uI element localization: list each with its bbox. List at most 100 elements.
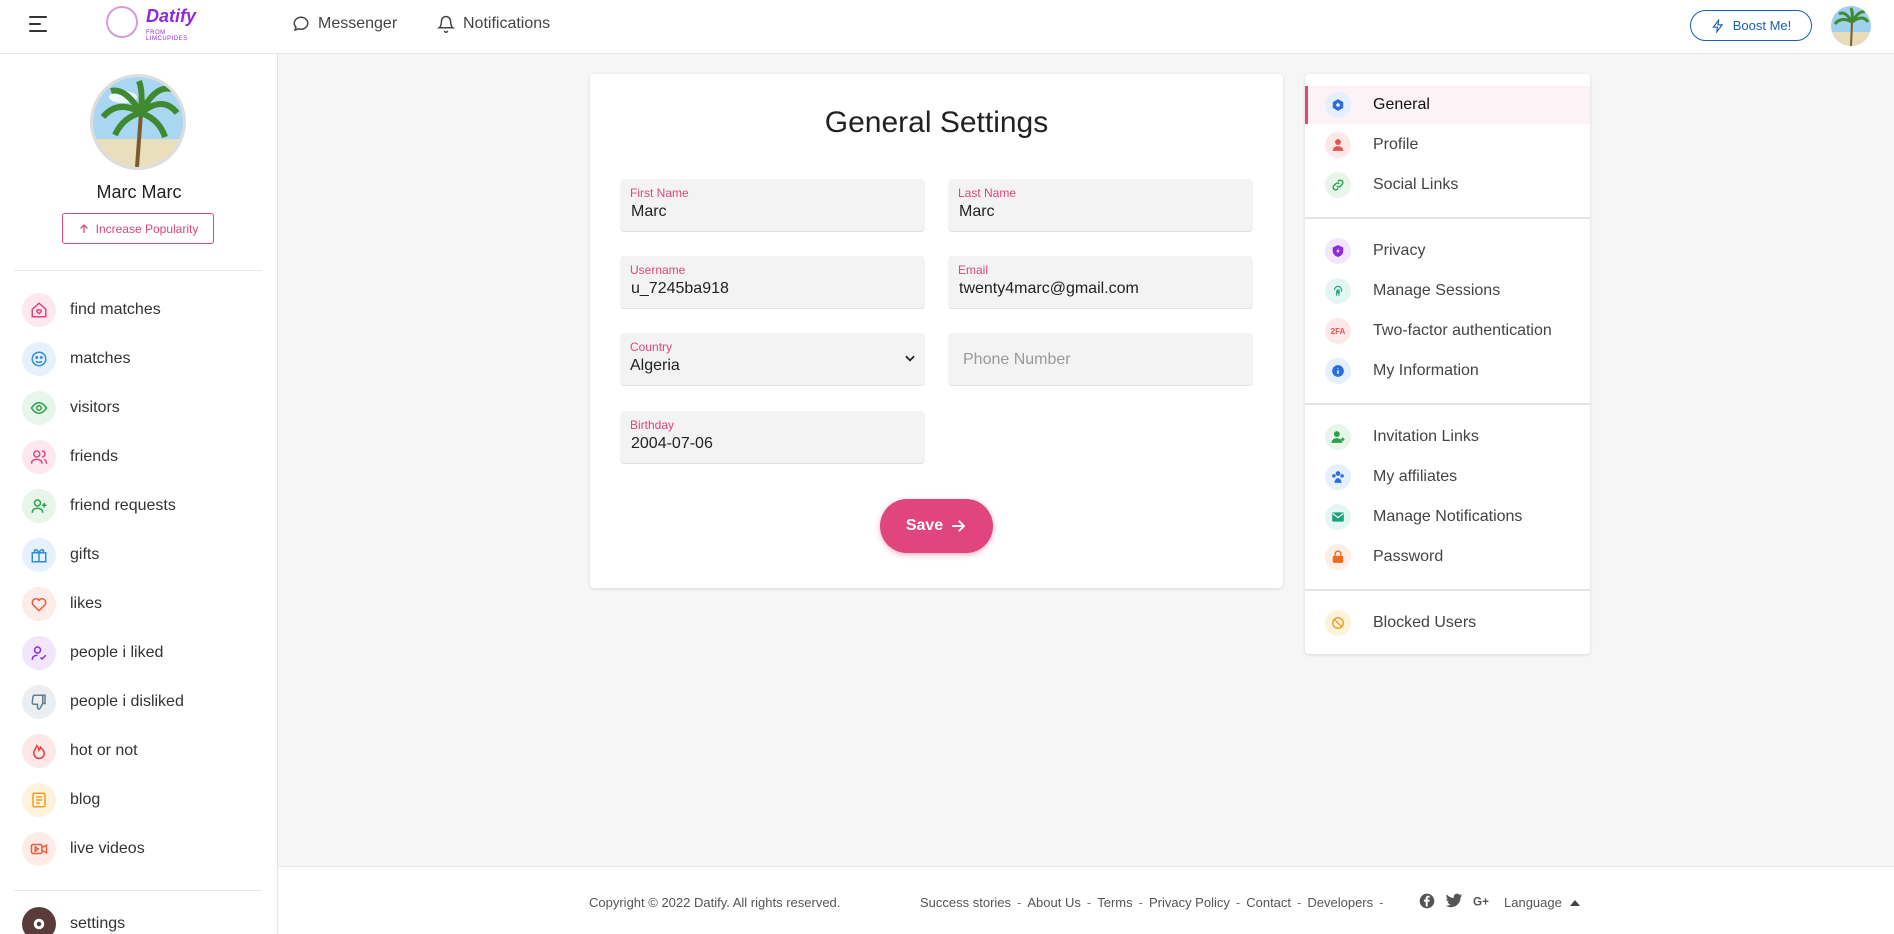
sidebar-item-blog[interactable]: blog bbox=[22, 782, 262, 818]
arrow-up-icon bbox=[79, 223, 88, 233]
user-avatar[interactable] bbox=[1831, 6, 1871, 46]
settings-menu-manage-notifications[interactable]: Manage Notifications bbox=[1305, 498, 1590, 536]
facebook-icon[interactable] bbox=[1419, 893, 1435, 909]
video-icon bbox=[22, 832, 56, 866]
first-name-label: First Name bbox=[630, 186, 689, 200]
users-icon bbox=[22, 440, 56, 474]
sidebar-item-gifts[interactable]: gifts bbox=[22, 537, 262, 573]
logo-text: Datify bbox=[146, 6, 197, 26]
footer-link-privacy-policy[interactable]: Privacy Policy bbox=[1149, 895, 1230, 910]
twitter-icon[interactable] bbox=[1445, 893, 1463, 909]
fingerprint-icon bbox=[1325, 278, 1351, 304]
sidebar-item-friends[interactable]: friends bbox=[22, 439, 262, 475]
settings-menu-two-factor[interactable]: 2FA Two-factor authentication bbox=[1305, 312, 1590, 350]
username-value[interactable]: u_7245ba918 bbox=[631, 280, 729, 298]
sidebar-item-label: matches bbox=[70, 350, 131, 367]
footer-separator: - bbox=[1379, 895, 1384, 910]
settings-menu-label: My affiliates bbox=[1373, 468, 1458, 485]
sidebar-divider bbox=[14, 270, 262, 271]
bell-icon bbox=[437, 15, 455, 33]
block-icon bbox=[1325, 610, 1351, 636]
settings-menu-label: Manage Notifications bbox=[1373, 508, 1523, 525]
home-heart-icon bbox=[22, 293, 56, 327]
settings-menu-label: My Information bbox=[1373, 362, 1479, 379]
settings-menu-label: Social Links bbox=[1373, 176, 1459, 193]
footer-link-about-us[interactable]: About Us bbox=[1027, 895, 1080, 910]
user-plus-icon bbox=[22, 489, 56, 523]
settings-menu-label: Manage Sessions bbox=[1373, 282, 1501, 299]
settings-menu-invitation-links[interactable]: Invitation Links bbox=[1305, 418, 1590, 456]
sidebar-item-label: visitors bbox=[70, 399, 120, 416]
settings-menu-divider bbox=[1305, 589, 1590, 591]
email-value[interactable]: twenty4marc@gmail.com bbox=[959, 280, 1139, 298]
settings-menu-my-information[interactable]: My Information bbox=[1305, 352, 1590, 390]
settings-menu-profile[interactable]: Profile bbox=[1305, 126, 1590, 164]
info-icon bbox=[1325, 358, 1351, 384]
hexagon-icon bbox=[1325, 92, 1351, 118]
birthday-field[interactable]: Birthday 2004-07-06 bbox=[620, 411, 925, 464]
google-plus-icon[interactable]: G+ bbox=[1473, 893, 1495, 909]
footer-separator: - bbox=[1017, 895, 1022, 910]
sidebar-item-label: hot or not bbox=[70, 742, 138, 759]
sidebar-item-find-matches[interactable]: find matches bbox=[22, 292, 262, 328]
sidebar-item-settings[interactable]: settings bbox=[22, 906, 262, 934]
birthday-value[interactable]: 2004-07-06 bbox=[631, 435, 713, 453]
sidebar-item-label: people i liked bbox=[70, 644, 164, 661]
settings-menu-social-links[interactable]: Social Links bbox=[1305, 166, 1590, 204]
caret-up-icon bbox=[1569, 899, 1580, 906]
sidebar-item-label: settings bbox=[70, 915, 126, 932]
sidebar-item-live-videos[interactable]: live videos bbox=[22, 831, 262, 867]
nav-notifications[interactable]: Notifications bbox=[437, 15, 550, 33]
increase-popularity-button[interactable]: Increase Popularity bbox=[62, 213, 214, 244]
settings-menu-privacy[interactable]: Privacy bbox=[1305, 232, 1590, 270]
sidebar-item-matches[interactable]: matches bbox=[22, 341, 262, 377]
username-field[interactable]: Username u_7245ba918 bbox=[620, 256, 925, 309]
sidebar-item-hot-or-not[interactable]: hot or not bbox=[22, 733, 262, 769]
footer-separator: - bbox=[1235, 895, 1241, 910]
sidebar-item-likes[interactable]: likes bbox=[22, 586, 262, 622]
shield-icon bbox=[1325, 238, 1351, 264]
nav-messenger[interactable]: Messenger bbox=[292, 15, 397, 33]
menu-icon[interactable] bbox=[29, 16, 49, 32]
first-name-value[interactable]: Marc bbox=[631, 203, 667, 221]
sidebar-item-label: people i disliked bbox=[70, 693, 184, 710]
sidebar-item-label: friends bbox=[70, 448, 119, 465]
sidebar-item-label: likes bbox=[70, 595, 103, 612]
footer-link-terms[interactable]: Terms bbox=[1097, 895, 1132, 910]
phone-number-placeholder: Phone Number bbox=[963, 351, 1071, 368]
sidebar-item-visitors[interactable]: visitors bbox=[22, 390, 262, 426]
settings-menu-label: Password bbox=[1373, 548, 1444, 565]
settings-menu-password[interactable]: Password bbox=[1305, 538, 1590, 576]
settings-menu-manage-sessions[interactable]: Manage Sessions bbox=[1305, 272, 1590, 310]
profile-avatar[interactable] bbox=[90, 74, 186, 170]
settings-menu: General Profile Social Links Privacy Man… bbox=[1305, 74, 1590, 654]
save-button[interactable]: Save bbox=[880, 499, 993, 553]
settings-menu-blocked-users[interactable]: Blocked Users bbox=[1305, 604, 1590, 642]
country-value[interactable]: Algeria bbox=[630, 357, 680, 375]
copyright-text: Copyright © 2022 Datify. All rights rese… bbox=[589, 895, 841, 910]
top-bar: Datify FROM LIMCUPIDES Messenger Notific… bbox=[0, 0, 1894, 54]
profile-name: Marc Marc bbox=[96, 182, 182, 202]
chat-bubble-icon bbox=[293, 16, 309, 32]
boost-button[interactable]: Boost Me! bbox=[1690, 10, 1812, 41]
footer-link-success-stories[interactable]: Success stories bbox=[920, 895, 1011, 910]
language-selector[interactable]: Language bbox=[1504, 895, 1580, 910]
email-field[interactable]: Email twenty4marc@gmail.com bbox=[948, 256, 1253, 309]
first-name-field[interactable]: First Name Marc bbox=[620, 179, 925, 232]
eye-icon bbox=[22, 391, 56, 425]
phone-number-field[interactable]: Phone Number bbox=[948, 333, 1253, 386]
general-settings-card: General Settings First Name Marc Last Na… bbox=[590, 74, 1283, 588]
last-name-field[interactable]: Last Name Marc bbox=[948, 179, 1253, 232]
country-select[interactable]: Country Algeria bbox=[620, 333, 925, 386]
sidebar-item-people-i-disliked[interactable]: people i disliked bbox=[22, 684, 262, 720]
sidebar-item-people-i-liked[interactable]: people i liked bbox=[22, 635, 262, 671]
settings-menu-general[interactable]: General bbox=[1305, 86, 1590, 124]
sidebar-item-friend-requests[interactable]: friend requests bbox=[22, 488, 262, 524]
user-plus-icon bbox=[1325, 424, 1351, 450]
page-title: General Settings bbox=[824, 106, 1049, 139]
settings-menu-my-affiliates[interactable]: My affiliates bbox=[1305, 458, 1590, 496]
footer-link-developers[interactable]: Developers bbox=[1307, 895, 1373, 910]
footer-link-contact[interactable]: Contact bbox=[1246, 895, 1291, 910]
logo[interactable]: Datify FROM LIMCUPIDES bbox=[106, 4, 202, 44]
last-name-value[interactable]: Marc bbox=[959, 203, 995, 221]
